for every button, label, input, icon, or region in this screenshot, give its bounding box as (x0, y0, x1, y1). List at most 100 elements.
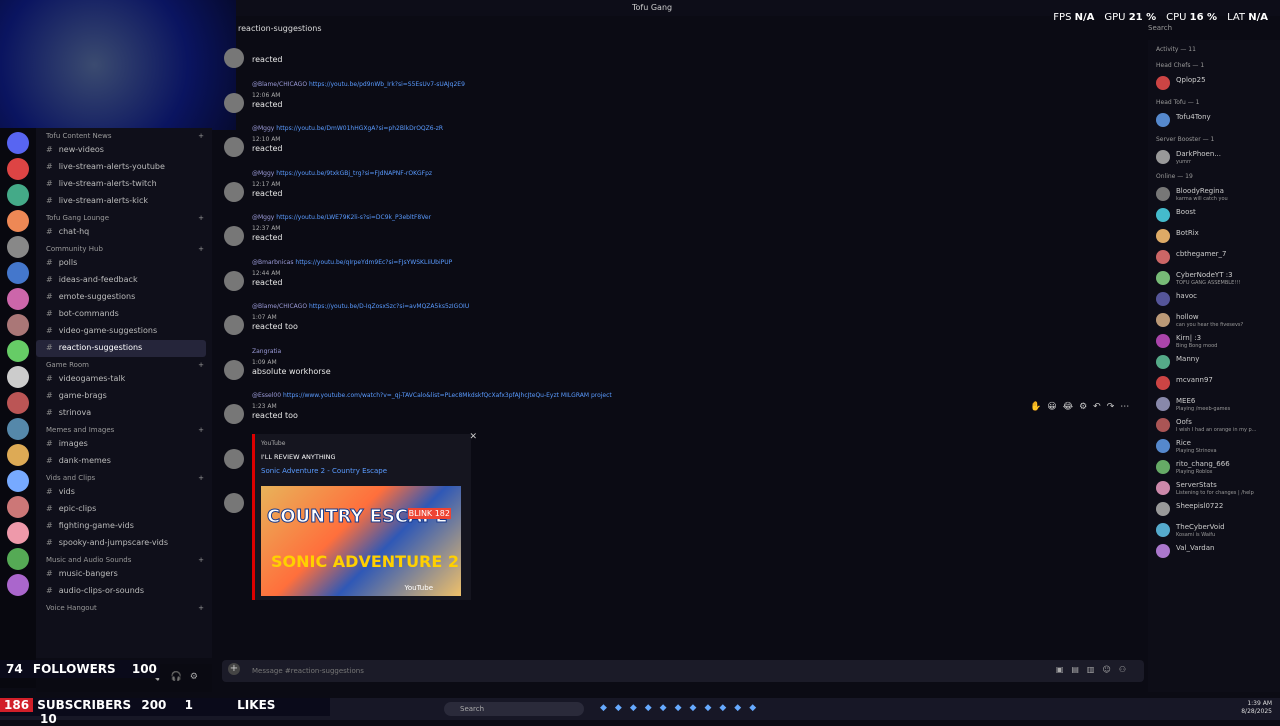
message-actions[interactable]: ✋😀😂⚙↶↷⋯ (1030, 402, 1135, 412)
server-icon[interactable] (7, 418, 29, 440)
avatar[interactable] (1156, 544, 1170, 558)
channel-item[interactable]: # chat-hq (36, 224, 212, 241)
member-item[interactable]: Sheepisl0722 (1148, 498, 1280, 519)
avatar[interactable] (224, 493, 244, 513)
message-link[interactable]: https://youtu.be/D-IqZosxSzc?si=avMQZA5k… (309, 303, 469, 310)
plus-icon[interactable]: + (198, 474, 204, 482)
channel-item[interactable]: # videogames-talk (36, 371, 212, 388)
channel-category[interactable]: Game Room + (36, 357, 212, 371)
member-item[interactable]: Qplop25 (1148, 72, 1280, 93)
plus-icon[interactable]: + (198, 361, 204, 369)
channel-item[interactable]: # live-stream-alerts-kick (36, 193, 212, 210)
server-icon[interactable] (7, 366, 29, 388)
avatar[interactable] (1156, 113, 1170, 127)
close-icon[interactable]: ✕ (469, 432, 477, 442)
member-item[interactable]: BloodyRegina karma will catch you (1148, 183, 1280, 204)
member-item[interactable]: mcvann97 (1148, 372, 1280, 393)
avatar[interactable] (1156, 376, 1170, 390)
avatar[interactable] (1156, 439, 1170, 453)
message-user[interactable]: Zangratia (252, 348, 281, 355)
plus-icon[interactable]: + (198, 426, 204, 434)
avatar[interactable] (224, 226, 244, 246)
server-icon[interactable] (7, 574, 29, 596)
message-user[interactable]: @Mggy (252, 214, 274, 221)
channel-item[interactable]: # reaction-suggestions (36, 340, 206, 357)
video-thumbnail[interactable]: COUNTRY ESCAPE SONIC ADVENTURE 2 BLINK 1… (261, 486, 461, 596)
channel-item[interactable]: # polls (36, 255, 212, 272)
message-link[interactable]: https://youtu.be/LWE79K2li-s?si=DC9k_P3e… (276, 214, 431, 221)
member-item[interactable]: Val_Vardan (1148, 540, 1280, 561)
message-user[interactable]: @Blame/CHICAGO (252, 81, 307, 88)
member-item[interactable]: Boost (1148, 204, 1280, 225)
avatar[interactable] (1156, 150, 1170, 164)
avatar[interactable] (1156, 502, 1170, 516)
channel-item[interactable]: # images (36, 436, 212, 453)
avatar[interactable] (1156, 397, 1170, 411)
member-item[interactable]: Rice Playing Strinova (1148, 435, 1280, 456)
server-icon[interactable] (7, 392, 29, 414)
avatar[interactable] (224, 137, 244, 157)
server-icon[interactable] (7, 184, 29, 206)
channel-item[interactable]: # epic-clips (36, 501, 212, 518)
plus-icon[interactable]: + (228, 663, 240, 675)
channel-item[interactable]: # audio-clips-or-sounds (36, 583, 212, 600)
message-user[interactable]: @Mggy (252, 170, 274, 177)
avatar[interactable] (1156, 481, 1170, 495)
message-link[interactable]: https://youtu.be/qIrpeYdm9Ec?si=FJsYWSKL… (295, 259, 452, 266)
plus-icon[interactable]: + (198, 132, 204, 140)
channel-item[interactable]: # spooky-and-jumpscare-vids (36, 535, 212, 552)
avatar[interactable] (1156, 313, 1170, 327)
member-item[interactable]: rito_chang_666 Playing Roblox (1148, 456, 1280, 477)
server-icon[interactable] (7, 158, 29, 180)
avatar[interactable] (1156, 208, 1170, 222)
input-toolbar-icons[interactable]: ▣▤▥☺⚇ (1056, 665, 1134, 674)
server-icon[interactable] (7, 548, 29, 570)
channel-category[interactable]: Community Hub + (36, 241, 212, 255)
member-item[interactable]: CyberNodeYT :3 TOFU GANG ASSEMBLE!!! (1148, 267, 1280, 288)
server-icon[interactable] (7, 522, 29, 544)
avatar[interactable] (1156, 292, 1170, 306)
channel-item[interactable]: # bot-commands (36, 306, 212, 323)
channel-item[interactable]: # music-bangers (36, 566, 212, 583)
channel-category[interactable]: Memes and Images + (36, 422, 212, 436)
channel-item[interactable]: # game-brags (36, 388, 212, 405)
avatar[interactable] (1156, 460, 1170, 474)
member-item[interactable]: DarkPhoen... yumrr (1148, 146, 1280, 167)
channel-item[interactable]: # dank-memes (36, 453, 212, 470)
avatar[interactable] (1156, 418, 1170, 432)
avatar[interactable] (1156, 229, 1170, 243)
server-icon[interactable] (7, 210, 29, 232)
member-item[interactable]: hollow can you hear the fivesevs? (1148, 309, 1280, 330)
message-user[interactable]: @Blame/CHICAGO (252, 303, 307, 310)
avatar[interactable] (1156, 334, 1170, 348)
message-user[interactable]: @Essel00 (252, 392, 281, 399)
message-link[interactable]: https://youtu.be/DmW01hHGXgA?si=ph2BlkDr… (276, 125, 443, 132)
avatar[interactable] (1156, 76, 1170, 90)
plus-icon[interactable]: + (198, 556, 204, 564)
channel-item[interactable]: # video-game-suggestions (36, 323, 212, 340)
member-item[interactable]: TheCyberVoid Kosami is Waifu (1148, 519, 1280, 540)
server-icon[interactable] (7, 496, 29, 518)
message-link[interactable]: https://youtu.be/9txkGBj_trg?si=FJdNAPNF… (276, 170, 432, 177)
avatar[interactable] (224, 315, 244, 335)
member-item[interactable]: Manny (1148, 351, 1280, 372)
embed-author[interactable]: I'LL REVIEW ANYTHING (261, 453, 336, 461)
message-user[interactable]: @Mggy (252, 125, 274, 132)
search-input[interactable]: Search (1148, 24, 1172, 32)
member-item[interactable]: havoc (1148, 288, 1280, 309)
taskbar-apps[interactable]: ◆◆◆◆◆◆◆◆◆◆◆ (600, 703, 764, 713)
member-item[interactable]: ServerStats Listening to for changes | /h… (1148, 477, 1280, 498)
avatar[interactable] (224, 270, 244, 291)
avatar[interactable] (1156, 250, 1170, 264)
avatar[interactable] (1156, 523, 1170, 537)
avatar[interactable] (224, 359, 244, 380)
channel-item[interactable]: # fighting-game-vids (36, 518, 212, 535)
server-icon[interactable] (7, 314, 29, 336)
channel-item[interactable]: # vids (36, 484, 212, 501)
message-link[interactable]: https://youtu.be/pd9nWb_Irk?si=S5EsUv7-s… (309, 81, 465, 88)
channel-category[interactable]: Tofu Gang Lounge + (36, 210, 212, 224)
plus-icon[interactable]: + (198, 214, 204, 222)
channel-category[interactable]: Voice Hangout + (36, 600, 212, 614)
avatar[interactable] (224, 92, 244, 113)
plus-icon[interactable]: + (198, 245, 204, 253)
